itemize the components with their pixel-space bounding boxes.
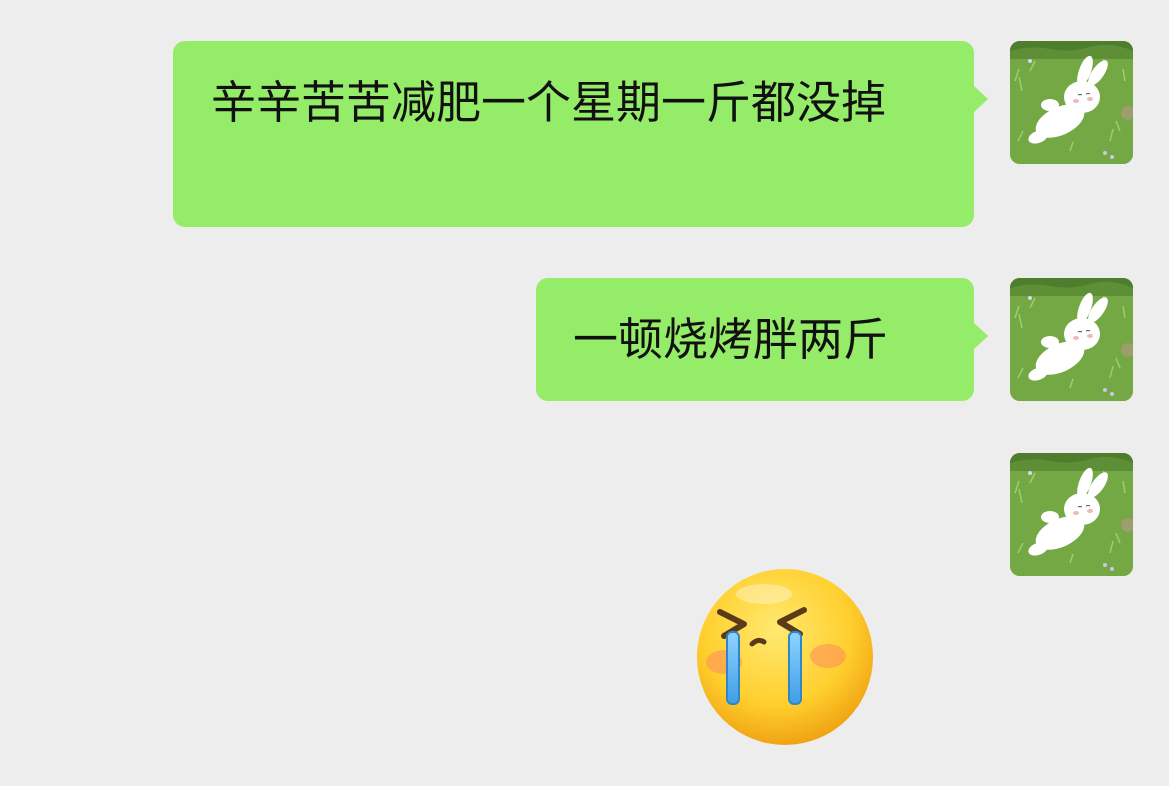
message-bubble[interactable]: 一顿烧烤胖两斤 (536, 278, 988, 401)
message-text: 一顿烧烤胖两斤 (573, 313, 889, 366)
white-rabbit-on-grass-avatar-icon (1010, 41, 1133, 164)
crying-face-emoji-icon (697, 569, 873, 745)
chat-message-list[interactable]: 辛辛苦苦减肥一个星期一斤都没掉 一顿烧烤胖两斤 (0, 0, 1169, 786)
sticker-message[interactable] (694, 566, 876, 748)
avatar[interactable] (1010, 278, 1133, 401)
avatar[interactable] (1010, 41, 1133, 164)
message-bubble[interactable]: 辛辛苦苦减肥一个星期一斤都没掉 (173, 41, 988, 227)
message-text: 辛辛苦苦减肥一个星期一斤都没掉 (211, 76, 887, 129)
white-rabbit-on-grass-avatar-icon (1010, 278, 1133, 401)
avatar[interactable] (1010, 453, 1133, 576)
white-rabbit-on-grass-avatar-icon (1010, 453, 1133, 576)
